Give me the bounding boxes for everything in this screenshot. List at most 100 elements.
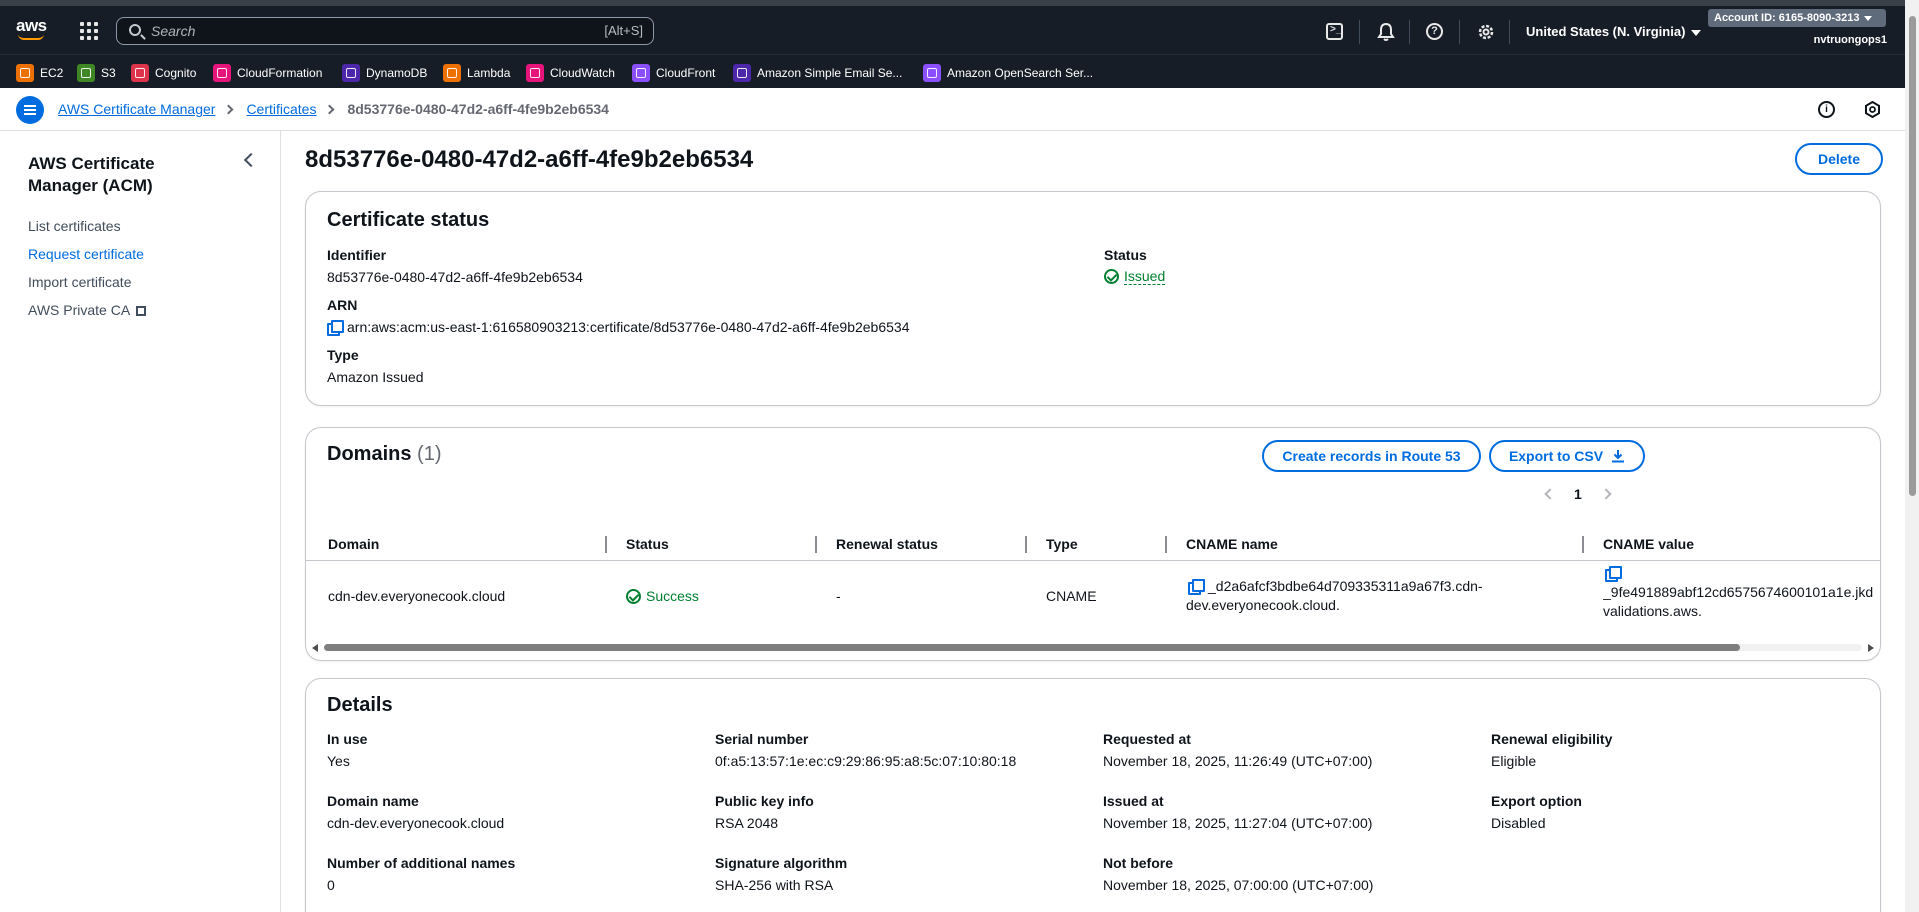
breadcrumb-bar: AWS Certificate Manager Certificates 8d5… bbox=[0, 88, 1919, 131]
ses-icon bbox=[733, 64, 751, 82]
issued-at-value: November 18, 2025, 11:27:04 (UTC+07:00) bbox=[1103, 815, 1373, 831]
renewal-eligibility-label: Renewal eligibility bbox=[1491, 731, 1613, 747]
hamburger-menu-button[interactable] bbox=[16, 96, 44, 124]
info-icon[interactable]: i bbox=[1818, 101, 1835, 118]
arn-value: arn:aws:acm:us-east-1:616580903213:certi… bbox=[327, 319, 909, 336]
cloudwatch-icon bbox=[526, 64, 544, 82]
delete-button[interactable]: Delete bbox=[1795, 143, 1883, 175]
identifier-label: Identifier bbox=[327, 247, 387, 263]
favorite-ses[interactable]: Amazon Simple Email Se... bbox=[733, 64, 902, 82]
serial-number-value: 0f:a5:13:57:1e:ec:c9:29:86:95:a8:5c:07:1… bbox=[715, 753, 1017, 769]
certificate-status-card: Certificate status Identifier 8d53776e-0… bbox=[305, 191, 1881, 406]
identifier-value: 8d53776e-0480-47d2-a6ff-4fe9b2eb6534 bbox=[327, 269, 583, 285]
favorites-bar: EC2 S3 Cognito CloudFormation DynamoDB L… bbox=[0, 54, 1919, 88]
col-domain[interactable]: Domain bbox=[328, 536, 379, 552]
row-domain: cdn-dev.everyonecook.cloud bbox=[328, 588, 506, 604]
page-title: 8d53776e-0480-47d2-a6ff-4fe9b2eb6534 bbox=[305, 146, 754, 173]
issued-at-label: Issued at bbox=[1103, 793, 1164, 809]
sidebar-item-request-certificate[interactable]: Request certificate bbox=[28, 246, 144, 262]
search-box[interactable]: [Alt+S] bbox=[116, 17, 654, 45]
status-label: Status bbox=[1104, 247, 1147, 263]
feedback-hex-icon[interactable] bbox=[1864, 101, 1881, 118]
col-type[interactable]: Type bbox=[1046, 536, 1078, 552]
favorite-dynamodb[interactable]: DynamoDB bbox=[342, 64, 427, 82]
page-vertical-scrollbar[interactable] bbox=[1905, 0, 1919, 912]
signature-algorithm-value: SHA-256 with RSA bbox=[715, 877, 834, 893]
cognito-icon bbox=[131, 64, 149, 82]
services-menu-icon[interactable] bbox=[80, 22, 98, 40]
sidebar-item-import-certificate[interactable]: Import certificate bbox=[28, 274, 131, 290]
prev-page-icon[interactable] bbox=[1544, 488, 1556, 500]
scroll-left-icon[interactable] bbox=[312, 644, 318, 652]
s3-icon bbox=[77, 64, 95, 82]
favorite-cognito[interactable]: Cognito bbox=[131, 64, 196, 82]
col-cname-name[interactable]: CNAME name bbox=[1186, 536, 1278, 552]
ec2-icon bbox=[16, 64, 34, 82]
sidebar-title[interactable]: AWS Certificate Manager (ACM) bbox=[28, 153, 228, 197]
help-icon[interactable]: ? bbox=[1426, 23, 1443, 40]
breadcrumb-acm[interactable]: AWS Certificate Manager bbox=[58, 101, 215, 117]
row-type: CNAME bbox=[1046, 588, 1097, 604]
copy-icon[interactable] bbox=[327, 320, 344, 336]
not-before-value: November 18, 2025, 07:00:00 (UTC+07:00) bbox=[1103, 877, 1374, 893]
next-page-icon[interactable] bbox=[1600, 488, 1612, 500]
export-csv-button[interactable]: Export to CSV bbox=[1489, 440, 1645, 472]
favorite-ec2[interactable]: EC2 bbox=[16, 64, 63, 82]
lambda-icon bbox=[443, 64, 461, 82]
chevron-right-icon bbox=[325, 104, 335, 114]
page-number[interactable]: 1 bbox=[1574, 486, 1582, 502]
favorite-cloudwatch[interactable]: CloudWatch bbox=[526, 64, 615, 82]
export-option-label: Export option bbox=[1491, 793, 1582, 809]
arn-label: ARN bbox=[327, 297, 358, 313]
success-check-icon bbox=[1104, 269, 1119, 284]
type-value: Amazon Issued bbox=[327, 369, 424, 385]
row-renewal-status: - bbox=[836, 588, 841, 604]
in-use-value: Yes bbox=[327, 753, 350, 769]
notifications-bell-icon[interactable] bbox=[1376, 22, 1396, 42]
row-status: Success bbox=[626, 587, 699, 609]
dynamodb-icon bbox=[342, 64, 360, 82]
create-records-route53-button[interactable]: Create records in Route 53 bbox=[1262, 440, 1481, 472]
certificate-status-heading: Certificate status bbox=[327, 209, 490, 231]
account-menu[interactable]: Account ID: 6165-8090-3213 bbox=[1708, 9, 1886, 27]
username[interactable]: nvtruongops1 bbox=[1814, 34, 1887, 46]
favorite-cloudformation[interactable]: CloudFormation bbox=[213, 64, 322, 82]
renewal-eligibility-value: Eligible bbox=[1491, 753, 1537, 769]
domains-heading: Domains (1) bbox=[327, 443, 442, 465]
copy-icon[interactable] bbox=[1605, 566, 1622, 582]
sidebar-item-list-certificates[interactable]: List certificates bbox=[28, 218, 121, 234]
domains-table-header: Domain Status Renewal status Type CNAME … bbox=[306, 528, 1880, 561]
collapse-sidebar-icon[interactable] bbox=[243, 152, 259, 168]
settings-gear-icon[interactable] bbox=[1476, 22, 1496, 42]
favorite-lambda[interactable]: Lambda bbox=[443, 64, 510, 82]
copy-icon[interactable] bbox=[1188, 579, 1205, 595]
in-use-label: In use bbox=[327, 731, 368, 747]
status-value[interactable]: Issued bbox=[1104, 268, 1166, 287]
col-status[interactable]: Status bbox=[626, 536, 669, 552]
region-selector[interactable]: United States (N. Virginia) bbox=[1526, 24, 1702, 39]
opensearch-icon bbox=[923, 64, 941, 82]
signature-algorithm-label: Signature algorithm bbox=[715, 855, 848, 871]
domains-card: Domains (1) Create records in Route 53 E… bbox=[305, 427, 1881, 661]
sidebar-item-aws-private-ca[interactable]: AWS Private CA bbox=[28, 302, 147, 318]
external-link-icon bbox=[136, 306, 147, 316]
cloudfront-icon bbox=[632, 64, 650, 82]
export-option-value: Disabled bbox=[1491, 815, 1546, 831]
aws-logo[interactable]: aws bbox=[16, 17, 50, 44]
col-renewal-status[interactable]: Renewal status bbox=[836, 536, 938, 552]
domain-name-value: cdn-dev.everyonecook.cloud bbox=[327, 815, 505, 831]
horizontal-scrollbar[interactable] bbox=[310, 641, 1876, 653]
success-check-icon bbox=[626, 589, 641, 604]
search-input[interactable] bbox=[151, 21, 551, 41]
favorite-cloudfront[interactable]: CloudFront bbox=[632, 64, 715, 82]
favorite-opensearch[interactable]: Amazon OpenSearch Ser... bbox=[923, 64, 1093, 82]
breadcrumb-certificates[interactable]: Certificates bbox=[246, 101, 316, 117]
col-cname-value[interactable]: CNAME value bbox=[1603, 536, 1694, 552]
favorite-s3[interactable]: S3 bbox=[77, 64, 116, 82]
pagination: 1 bbox=[1544, 486, 1612, 502]
additional-names-value: 0 bbox=[327, 877, 335, 893]
details-heading: Details bbox=[327, 694, 393, 716]
breadcrumb-current: 8d53776e-0480-47d2-a6ff-4fe9b2eb6534 bbox=[347, 101, 609, 117]
scroll-right-icon[interactable] bbox=[1868, 644, 1874, 652]
cloudshell-icon[interactable] bbox=[1326, 23, 1343, 40]
